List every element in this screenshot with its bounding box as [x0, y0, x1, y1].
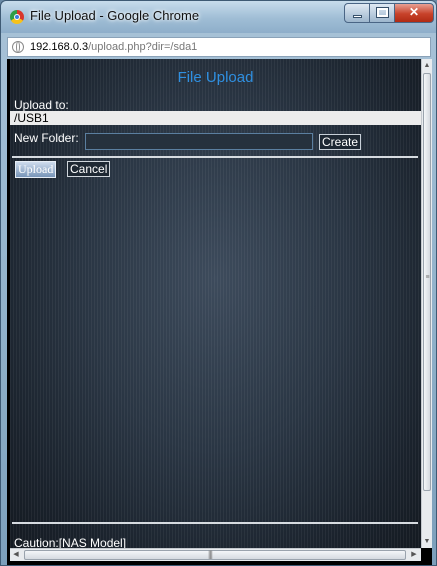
globe-icon	[12, 41, 24, 53]
horizontal-scroll-thumb[interactable]: |||	[24, 549, 406, 560]
url-host: 192.168.0.3	[30, 41, 89, 53]
cancel-button[interactable]: Cancel	[67, 161, 111, 177]
minimize-button[interactable]	[344, 3, 370, 23]
upload-to-path: /USB1	[10, 111, 421, 125]
footer-divider	[12, 522, 418, 524]
page-viewport: File Upload Upload to: /USB1 New Folder:…	[7, 59, 432, 565]
scroll-right-arrow-icon[interactable]: ▶	[408, 549, 420, 561]
vertical-scrollbar[interactable]: ▲ ≡ ▼	[421, 59, 432, 548]
upload-to-label: Upload to:	[14, 98, 69, 112]
maximize-icon	[376, 7, 389, 18]
page-title: File Upload	[177, 69, 254, 86]
upload-page: File Upload Upload to: /USB1 New Folder:…	[10, 59, 421, 548]
create-button[interactable]: Create	[319, 134, 362, 150]
address-bar[interactable]: 192.168.0.3/upload.php?dir=/sda1	[7, 37, 431, 57]
divider	[12, 156, 418, 158]
maximize-button[interactable]	[369, 3, 395, 23]
minimize-icon	[353, 15, 362, 18]
scroll-left-arrow-icon[interactable]: ◀	[10, 549, 22, 561]
grip-icon: ≡	[425, 274, 430, 281]
scroll-down-arrow-icon[interactable]: ▼	[422, 535, 432, 548]
url-text[interactable]: 192.168.0.3/upload.php?dir=/sda1	[30, 38, 197, 56]
chrome-logo-icon	[10, 10, 24, 24]
new-folder-label: New Folder:	[14, 131, 79, 145]
upload-button[interactable]: Upload	[15, 161, 57, 178]
window-title: File Upload - Google Chrome	[30, 8, 200, 23]
title-bar[interactable]: File Upload - Google Chrome ✕	[1, 1, 436, 33]
vertical-scroll-thumb[interactable]: ≡	[423, 73, 431, 491]
horizontal-scrollbar[interactable]: ◀ ||| ▶	[10, 548, 421, 561]
browser-window: File Upload - Google Chrome ✕ 192.168.0.…	[0, 0, 437, 566]
url-path: /upload.php?dir=/sda1	[88, 41, 198, 53]
close-button[interactable]: ✕	[394, 3, 434, 23]
caution-text: Caution:[NAS Model]	[14, 536, 127, 548]
close-icon: ✕	[408, 5, 420, 19]
grip-icon: |||	[208, 549, 213, 559]
new-folder-input[interactable]	[85, 133, 313, 150]
scroll-up-arrow-icon[interactable]: ▲	[422, 59, 432, 72]
